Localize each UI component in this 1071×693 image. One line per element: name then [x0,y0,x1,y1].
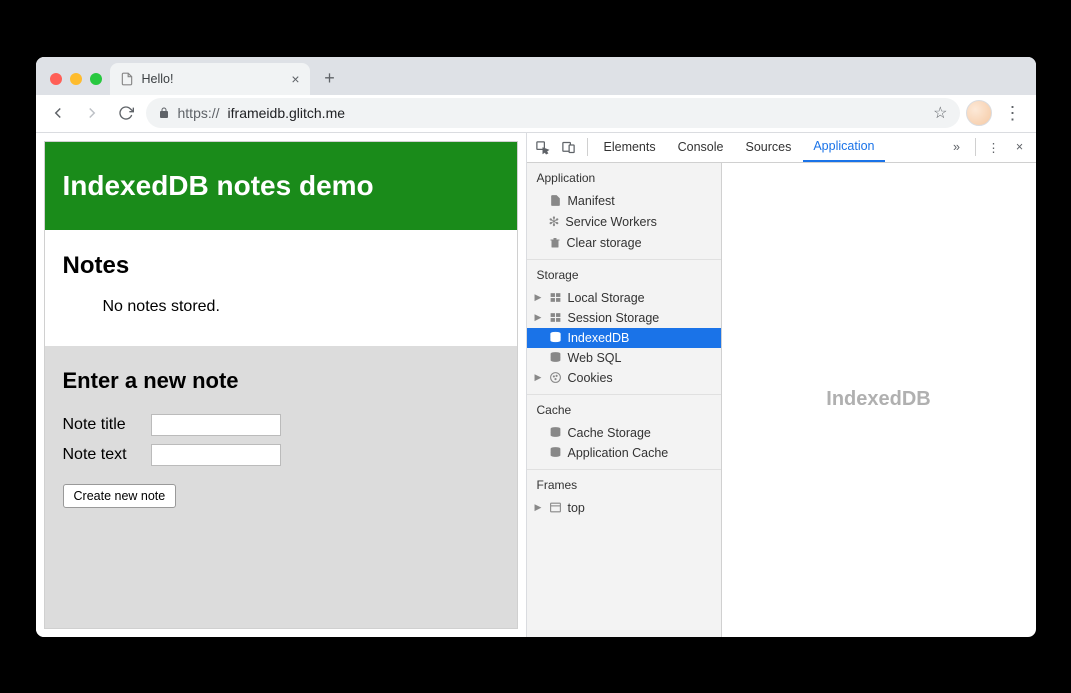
sidebar-item-label: Local Storage [568,291,645,305]
note-text-label: Note text [63,446,143,464]
tab-strip: Hello! × + [36,57,1036,95]
sidebar-item-web-sql[interactable]: Web SQL [527,348,721,368]
note-title-label: Note title [63,416,143,434]
page-icon [120,72,134,86]
empty-notes-message: No notes stored. [103,298,499,316]
tab-sources[interactable]: Sources [735,133,801,163]
chrome-menu-button[interactable]: ⋮ [998,103,1028,124]
sidebar-item-top-frame[interactable]: ▶ top [527,498,721,518]
inspect-element-button[interactable] [531,135,555,159]
close-window-button[interactable] [50,73,62,85]
sidebar-item-clear-storage[interactable]: Clear storage [527,233,721,253]
sidebar-item-cookies[interactable]: ▶ Cookies [527,368,721,388]
minimize-window-button[interactable] [70,73,82,85]
gear-icon: ✻ [549,214,560,230]
notes-heading: Notes [63,252,499,280]
sidebar-item-label: top [568,501,585,515]
more-tabs-button[interactable]: » [945,135,969,159]
close-devtools-button[interactable]: × [1008,135,1032,159]
sidebar-item-label: IndexedDB [568,331,630,345]
tab-title: Hello! [142,72,284,86]
page-title: IndexedDB notes demo [45,142,517,230]
page-viewport: IndexedDB notes demo Notes No notes stor… [36,133,526,637]
expand-icon: ▶ [535,312,543,323]
content-area: IndexedDB notes demo Notes No notes stor… [36,133,1036,637]
expand-icon: ▶ [535,372,543,383]
section-cache-title: Cache [527,403,721,423]
bookmark-button[interactable]: ☆ [933,103,947,123]
sidebar-item-session-storage[interactable]: ▶ Session Storage [527,308,721,328]
sidebar-item-label: Web SQL [568,351,622,365]
sidebar-item-label: Session Storage [568,311,660,325]
reload-button[interactable] [112,99,140,127]
browser-window: Hello! × + https:// iframeidb.glitch.me ☆… [36,57,1036,637]
back-button[interactable] [44,99,72,127]
devtools-body: Application Manifest ✻ Service Workers C… [527,163,1036,637]
sidebar-item-indexeddb[interactable]: IndexedDB [527,328,721,348]
application-sidebar: Application Manifest ✻ Service Workers C… [527,163,722,637]
sidebar-item-label: Service Workers [565,215,656,229]
forward-button[interactable] [78,99,106,127]
main-panel-label: IndexedDB [826,388,930,411]
sidebar-item-label: Cache Storage [568,426,651,440]
page-frame: IndexedDB notes demo Notes No notes stor… [44,141,518,629]
tab-application[interactable]: Application [803,133,884,163]
note-text-input[interactable] [151,444,281,466]
sidebar-item-manifest[interactable]: Manifest [527,191,721,211]
sidebar-item-local-storage[interactable]: ▶ Local Storage [527,288,721,308]
tab-console[interactable]: Console [668,133,734,163]
maximize-window-button[interactable] [90,73,102,85]
tab-elements[interactable]: Elements [594,133,666,163]
expand-icon: ▶ [535,502,543,513]
separator [975,138,976,156]
sidebar-item-label: Manifest [568,194,615,208]
devtools-main-panel: IndexedDB [722,163,1036,637]
new-tab-button[interactable]: + [316,65,344,93]
url-host: iframeidb.glitch.me [228,105,346,121]
address-bar[interactable]: https:// iframeidb.glitch.me ☆ [146,98,960,128]
form-heading: Enter a new note [63,368,499,394]
close-tab-button[interactable]: × [291,71,299,87]
devtools-panel: Elements Console Sources Application » ⋮… [526,133,1036,637]
expand-icon: ▶ [535,292,543,303]
device-toolbar-button[interactable] [557,135,581,159]
separator [587,138,588,156]
url-scheme: https:// [178,105,220,121]
lock-icon [158,107,170,119]
browser-toolbar: https:// iframeidb.glitch.me ☆ ⋮ [36,95,1036,133]
browser-tab[interactable]: Hello! × [110,63,310,95]
notes-section: Notes No notes stored. [45,230,517,346]
section-storage-title: Storage [527,268,721,288]
sidebar-item-cache-storage[interactable]: Cache Storage [527,423,721,443]
profile-avatar[interactable] [966,100,992,126]
sidebar-item-application-cache[interactable]: Application Cache [527,443,721,463]
note-title-input[interactable] [151,414,281,436]
window-controls [46,73,110,95]
devtools-menu-button[interactable]: ⋮ [982,135,1006,159]
sidebar-item-label: Application Cache [568,446,669,460]
devtools-tab-bar: Elements Console Sources Application » ⋮… [527,133,1036,163]
create-note-button[interactable]: Create new note [63,484,177,508]
section-frames-title: Frames [527,478,721,498]
sidebar-item-service-workers[interactable]: ✻ Service Workers [527,211,721,233]
sidebar-item-label: Cookies [568,371,613,385]
section-application-title: Application [527,171,721,191]
new-note-form: Enter a new note Note title Note text Cr… [45,346,517,628]
sidebar-item-label: Clear storage [567,236,642,250]
